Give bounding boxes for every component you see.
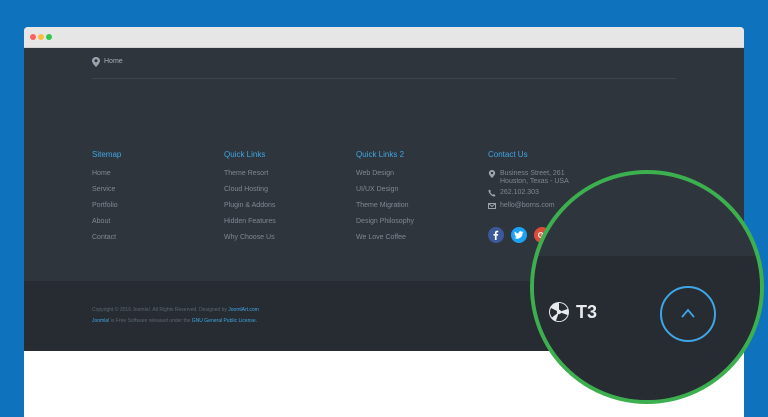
facebook-button[interactable] xyxy=(488,227,504,243)
close-window-button[interactable] xyxy=(30,34,36,40)
footer-column-quick-links-2: Quick Links 2 Web Design UI/UX Design Th… xyxy=(356,150,476,250)
facebook-icon xyxy=(493,230,499,240)
t3-swirl-icon xyxy=(549,302,569,322)
t3-logo[interactable]: T3 xyxy=(548,300,608,330)
magnifier-callout: T3 xyxy=(530,170,764,404)
license-text: is Free Software released under the xyxy=(110,318,191,324)
location-pin-icon xyxy=(488,170,496,178)
footer-link[interactable]: About xyxy=(92,218,212,234)
copyright-text: Copyright © 2016 Joomla!. All Rights Res… xyxy=(92,307,227,313)
gnu-license-link[interactable]: GNU General Public License. xyxy=(192,318,257,324)
divider xyxy=(92,78,676,79)
footer-link[interactable]: Home xyxy=(92,170,212,186)
twitter-icon xyxy=(514,231,524,239)
footer-link[interactable]: Portfolio xyxy=(92,202,212,218)
location-pin-icon xyxy=(92,57,100,67)
footer-link[interactable]: Theme Migration xyxy=(356,202,476,218)
footer-link[interactable]: Contact xyxy=(92,234,212,250)
footer-link[interactable]: Hidden Features xyxy=(224,218,344,234)
maximize-window-button[interactable] xyxy=(46,34,52,40)
footer-link[interactable]: Web Design xyxy=(356,170,476,186)
t3-label: T3 xyxy=(576,302,598,322)
column-title: Quick Links 2 xyxy=(356,150,405,159)
joomla-link[interactable]: Joomla! xyxy=(92,318,110,324)
email-link[interactable]: hello@borns.com xyxy=(500,202,555,209)
phone-number[interactable]: 262.102.303 xyxy=(500,189,539,196)
address-line: Business Street, 261 xyxy=(500,170,565,177)
breadcrumb-home-link[interactable]: Home xyxy=(104,58,123,65)
footer-column-quick-links: Quick Links Theme Resort Cloud Hosting P… xyxy=(224,150,344,250)
column-title: Contact Us xyxy=(488,150,528,159)
joomlart-link[interactable]: JoomlArt.com xyxy=(228,307,259,313)
column-title: Quick Links xyxy=(224,150,266,159)
back-to-top-button[interactable] xyxy=(660,286,716,342)
column-title: Sitemap xyxy=(92,150,122,159)
footer-link[interactable]: Plugin & Addons xyxy=(224,202,344,218)
copyright-line: Copyright © 2016 Joomla!. All Rights Res… xyxy=(92,307,259,313)
footer-link[interactable]: Service xyxy=(92,186,212,202)
footer-link[interactable]: Why Choose Us xyxy=(224,234,344,250)
license-line: Joomla! is Free Software released under … xyxy=(92,318,257,324)
minimize-window-button[interactable] xyxy=(38,34,44,40)
footer-link[interactable]: Design Philosophy xyxy=(356,218,476,234)
envelope-icon xyxy=(488,203,496,209)
window-title-bar xyxy=(24,27,744,48)
footer-link[interactable]: Theme Resort xyxy=(224,170,344,186)
magnified-copyright-bar xyxy=(534,256,760,400)
phone-icon xyxy=(488,189,496,197)
chevron-up-icon xyxy=(681,308,695,318)
twitter-button[interactable] xyxy=(511,227,527,243)
footer-link[interactable]: Cloud Hosting xyxy=(224,186,344,202)
footer-column-sitemap: Sitemap Home Service Portfolio About Con… xyxy=(92,150,212,250)
footer-link[interactable]: We Love Coffee xyxy=(356,234,476,250)
footer-link[interactable]: UI/UX Design xyxy=(356,186,476,202)
